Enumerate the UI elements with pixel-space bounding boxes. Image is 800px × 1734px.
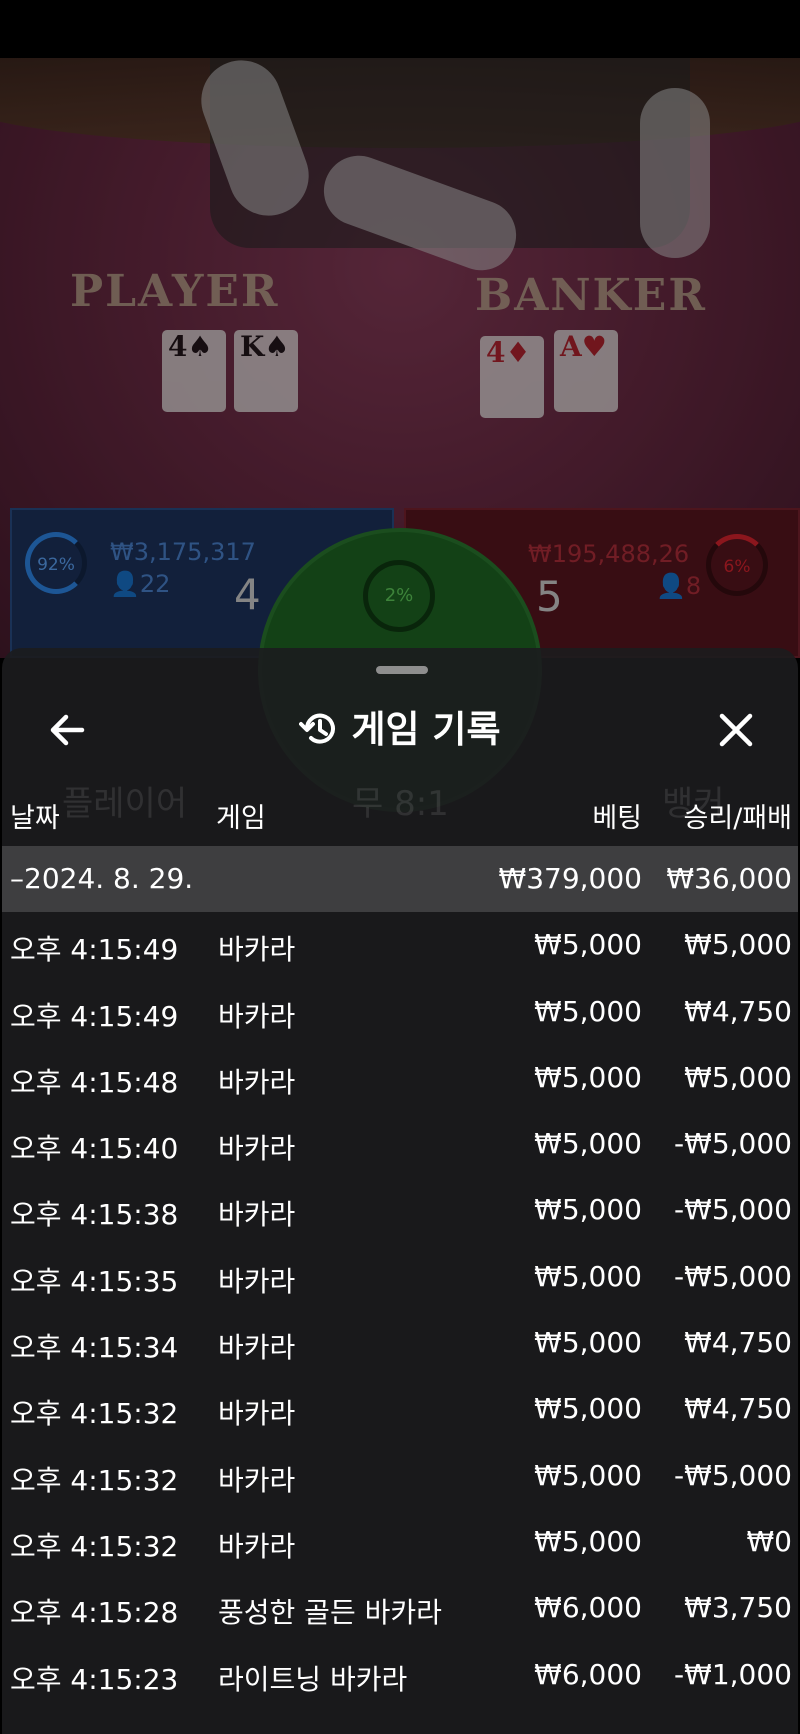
row-bet: ₩5,000 — [534, 1524, 642, 1558]
column-headers: 날짜 게임 베팅 승리/패배 — [2, 796, 798, 836]
row-time: 오후 4:15:40 — [10, 1132, 179, 1166]
close-x-icon — [719, 713, 753, 747]
history-row[interactable]: 오후 4:15:49 바카라 ₩5,000 ₩5,000 — [2, 912, 798, 978]
history-row[interactable]: 오후 4:15:34 바카라 ₩5,000 ₩4,750 — [2, 1310, 798, 1376]
row-bet: ₩5,000 — [534, 994, 642, 1028]
row-game: 바카라 — [218, 1132, 296, 1166]
row-winloss: ₩4,750 — [684, 1326, 792, 1360]
history-clock-icon — [299, 713, 336, 744]
row-time: 오후 4:15:49 — [10, 933, 179, 967]
row-winloss: ₩5,000 — [684, 1060, 792, 1094]
row-time: 오후 4:15:49 — [10, 999, 179, 1033]
row-game: 바카라 — [218, 933, 296, 967]
row-time: 오후 4:15:28 — [10, 1596, 179, 1630]
row-bet: ₩5,000 — [534, 1458, 642, 1492]
row-time: 오후 4:15:34 — [10, 1331, 179, 1365]
close-button[interactable] — [706, 700, 766, 760]
history-row[interactable]: 오후 4:15:35 바카라 ₩5,000 -₩5,000 — [2, 1244, 798, 1310]
history-row[interactable]: 오후 4:15:28 풍성한 골든 바카라 ₩6,000 ₩3,750 — [2, 1575, 798, 1641]
row-game: 라이트닝 바카라 — [218, 1662, 408, 1696]
row-game: 바카라 — [218, 1463, 296, 1497]
column-winloss: 승리/패배 — [683, 803, 792, 834]
row-time: 오후 4:15:38 — [10, 1198, 179, 1232]
column-bet: 베팅 — [592, 803, 642, 834]
row-bet: ₩5,000 — [534, 1060, 642, 1094]
history-row[interactable]: 오후 4:15:48 바카라 ₩5,000 ₩5,000 — [2, 1045, 798, 1111]
row-bet: ₩5,000 — [534, 1259, 642, 1293]
row-time: 오후 4:15:35 — [10, 1264, 179, 1298]
column-date: 날짜 — [10, 803, 60, 834]
history-table: –2024. 8. 29. ₩379,000 ₩36,000 오후 4:15:4… — [2, 846, 798, 1708]
row-winloss: -₩5,000 — [674, 1458, 792, 1492]
row-bet: ₩5,000 — [534, 1326, 642, 1360]
history-row[interactable]: 오후 4:15:38 바카라 ₩5,000 -₩5,000 — [2, 1177, 798, 1243]
row-game: 바카라 — [218, 999, 296, 1033]
row-game: 바카라 — [218, 1529, 296, 1563]
row-time: 오후 4:15:32 — [10, 1397, 179, 1431]
row-winloss: ₩4,750 — [684, 994, 792, 1028]
row-bet: ₩6,000 — [534, 1657, 642, 1691]
row-winloss: -₩5,000 — [674, 1259, 792, 1293]
row-winloss: ₩5,000 — [684, 928, 792, 962]
game-history-sheet: 플레이어 무 8:1 뱅커 게임 기록 날짜 게임 베팅 승리/패배 –2024… — [2, 648, 798, 1734]
history-row[interactable]: 오후 4:15:23 라이트닝 바카라 ₩6,000 -₩1,000 — [2, 1642, 798, 1708]
row-bet: ₩5,000 — [534, 1127, 642, 1161]
row-winloss: ₩4,750 — [684, 1392, 792, 1426]
row-winloss: -₩5,000 — [674, 1193, 792, 1227]
sheet-header: 게임 기록 — [2, 700, 798, 760]
date-group-row[interactable]: –2024. 8. 29. ₩379,000 ₩36,000 — [2, 846, 798, 913]
row-bet: ₩5,000 — [534, 1392, 642, 1426]
row-winloss: ₩0 — [746, 1524, 793, 1558]
column-game: 게임 — [216, 803, 266, 834]
history-row[interactable]: 오후 4:15:32 바카라 ₩5,000 ₩0 — [2, 1509, 798, 1575]
history-row[interactable]: 오후 4:15:32 바카라 ₩5,000 -₩5,000 — [2, 1443, 798, 1509]
row-game: 바카라 — [218, 1198, 296, 1232]
history-row[interactable]: 오후 4:15:40 바카라 ₩5,000 -₩5,000 — [2, 1111, 798, 1177]
row-game: 바카라 — [218, 1331, 296, 1365]
row-time: 오후 4:15:32 — [10, 1529, 179, 1563]
row-game: 풍성한 골든 바카라 — [218, 1596, 442, 1630]
row-winloss: -₩1,000 — [674, 1657, 792, 1691]
row-time: 오후 4:15:48 — [10, 1065, 179, 1099]
row-time: 오후 4:15:32 — [10, 1463, 179, 1497]
row-bet: ₩6,000 — [534, 1591, 642, 1625]
row-time: 오후 4:15:23 — [10, 1662, 179, 1696]
row-bet: ₩5,000 — [534, 1193, 642, 1227]
date-group-label: –2024. 8. 29. — [10, 862, 194, 895]
sheet-title: 게임 기록 — [351, 708, 501, 751]
row-game: 바카라 — [218, 1065, 296, 1099]
history-row[interactable]: 오후 4:15:49 바카라 ₩5,000 ₩4,750 — [2, 979, 798, 1045]
date-group-bet-total: ₩379,000 — [498, 862, 642, 895]
row-winloss: ₩3,750 — [684, 1591, 792, 1625]
row-game: 바카라 — [218, 1397, 296, 1431]
status-bar — [0, 0, 800, 58]
row-game: 바카라 — [218, 1264, 296, 1298]
row-bet: ₩5,000 — [534, 928, 642, 962]
drag-handle[interactable] — [376, 666, 428, 674]
history-row[interactable]: 오후 4:15:32 바카라 ₩5,000 ₩4,750 — [2, 1376, 798, 1442]
row-winloss: -₩5,000 — [674, 1127, 792, 1161]
date-group-winloss-total: ₩36,000 — [666, 862, 792, 895]
